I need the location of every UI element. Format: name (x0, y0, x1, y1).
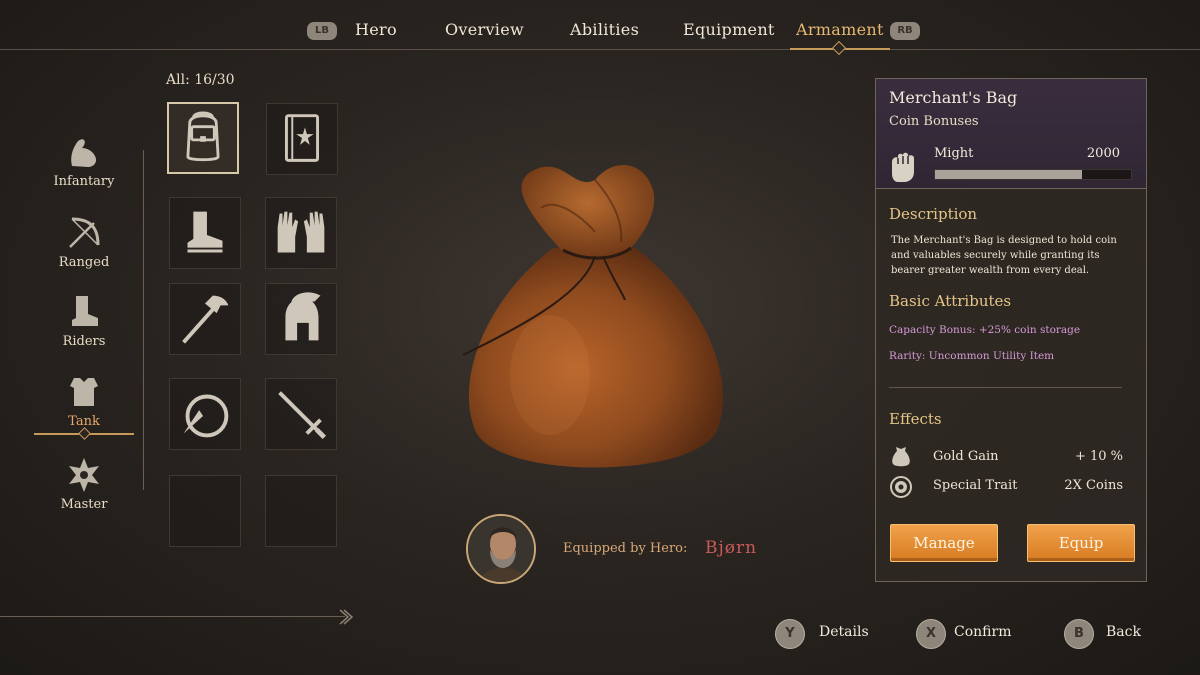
class-label: Riders (62, 334, 106, 349)
inventory-slot[interactable] (169, 197, 241, 269)
tab-hero[interactable]: Hero (355, 20, 397, 39)
effects-divider (889, 387, 1122, 388)
attribute-line: Capacity Bonus: +25% coin storage (889, 324, 1081, 336)
effects-heading: Effects (889, 410, 942, 428)
flexed-arm-icon (71, 139, 97, 167)
class-tank[interactable]: Tank (34, 372, 134, 429)
inventory-slot[interactable] (265, 378, 337, 450)
tab-armament[interactable]: Armament (796, 20, 884, 39)
coin-bag-icon (892, 447, 910, 467)
details-prompt-label[interactable]: Details (819, 624, 869, 640)
sword-icon (278, 391, 327, 440)
book-icon (284, 114, 320, 162)
class-riders[interactable]: Riders (34, 292, 134, 349)
description-heading: Description (889, 205, 978, 223)
attribute-line: Rarity: Uncommon Utility Item (889, 350, 1055, 362)
x-button-icon[interactable]: X (916, 619, 946, 649)
inventory-count: All: 16/30 (166, 72, 235, 88)
star-badge-icon (69, 458, 99, 492)
inventory-slot-empty[interactable] (169, 475, 241, 547)
class-label: Infantary (53, 174, 115, 189)
coin-icon (890, 476, 912, 498)
equip-button[interactable]: Equip (1027, 524, 1135, 562)
inventory-slot[interactable] (169, 283, 241, 355)
backpack-icon (186, 111, 220, 162)
effect-value: + 10 % (1074, 449, 1123, 464)
inventory-slot[interactable] (265, 197, 337, 269)
item-subtitle: Coin Bonuses (889, 114, 979, 129)
ring-icon (183, 394, 229, 438)
hero-portrait-icon (468, 516, 534, 582)
effect-value: 2X Coins (1064, 478, 1123, 493)
class-list-divider (143, 150, 144, 490)
class-ranged[interactable]: Ranged (34, 213, 134, 270)
tab-abilities[interactable]: Abilities (570, 20, 639, 39)
gloves-icon (277, 211, 325, 253)
boot-icon (72, 296, 98, 326)
class-label: Master (60, 497, 108, 512)
manage-button[interactable]: Manage (890, 524, 998, 562)
attributes-heading: Basic Attributes (889, 292, 1012, 310)
b-button-icon[interactable]: B (1064, 619, 1094, 649)
right-bumper-hint: RB (890, 22, 920, 40)
active-class-diamond (78, 427, 91, 440)
inventory-slot-empty[interactable] (265, 475, 337, 547)
equipped-by-label: Equipped by Hero: (563, 541, 688, 556)
y-button-icon[interactable]: Y (775, 619, 805, 649)
bow-arrow-icon (69, 217, 100, 248)
might-label: Might (934, 146, 974, 161)
chest-armor-icon (70, 378, 98, 406)
bottom-left-divider (0, 616, 345, 617)
left-bumper-hint: LB (307, 22, 337, 40)
back-prompt-label[interactable]: Back (1106, 624, 1141, 640)
helmet-icon (285, 292, 321, 341)
class-label: Ranged (58, 255, 110, 270)
inventory-slot[interactable] (167, 102, 239, 174)
effect-label: Gold Gain (933, 449, 999, 464)
class-master[interactable]: Master (34, 455, 134, 512)
coin-bag-icon (462, 165, 723, 468)
hammer-icon (182, 295, 229, 344)
hero-avatar (466, 514, 536, 584)
inventory-slot[interactable] (265, 283, 337, 355)
inventory-slot[interactable] (266, 103, 338, 175)
might-value: 2000 (1086, 146, 1120, 161)
effect-label: Special Trait (933, 478, 1018, 493)
tab-overview[interactable]: Overview (445, 20, 524, 39)
might-bar-fill (935, 170, 1082, 179)
inventory-slot[interactable] (169, 378, 241, 450)
class-infantary[interactable]: Infantary (34, 132, 134, 189)
item-description: The Merchant's Bag is designed to hold c… (891, 235, 1117, 276)
fist-icon (892, 152, 914, 182)
tab-equipment[interactable]: Equipment (683, 20, 775, 39)
boot-icon (187, 211, 223, 253)
item-title: Merchant's Bag (889, 88, 1018, 107)
confirm-prompt-label[interactable]: Confirm (954, 624, 1011, 640)
hero-name[interactable]: Bjørn (705, 538, 757, 558)
chevron-right-icon (339, 609, 354, 625)
